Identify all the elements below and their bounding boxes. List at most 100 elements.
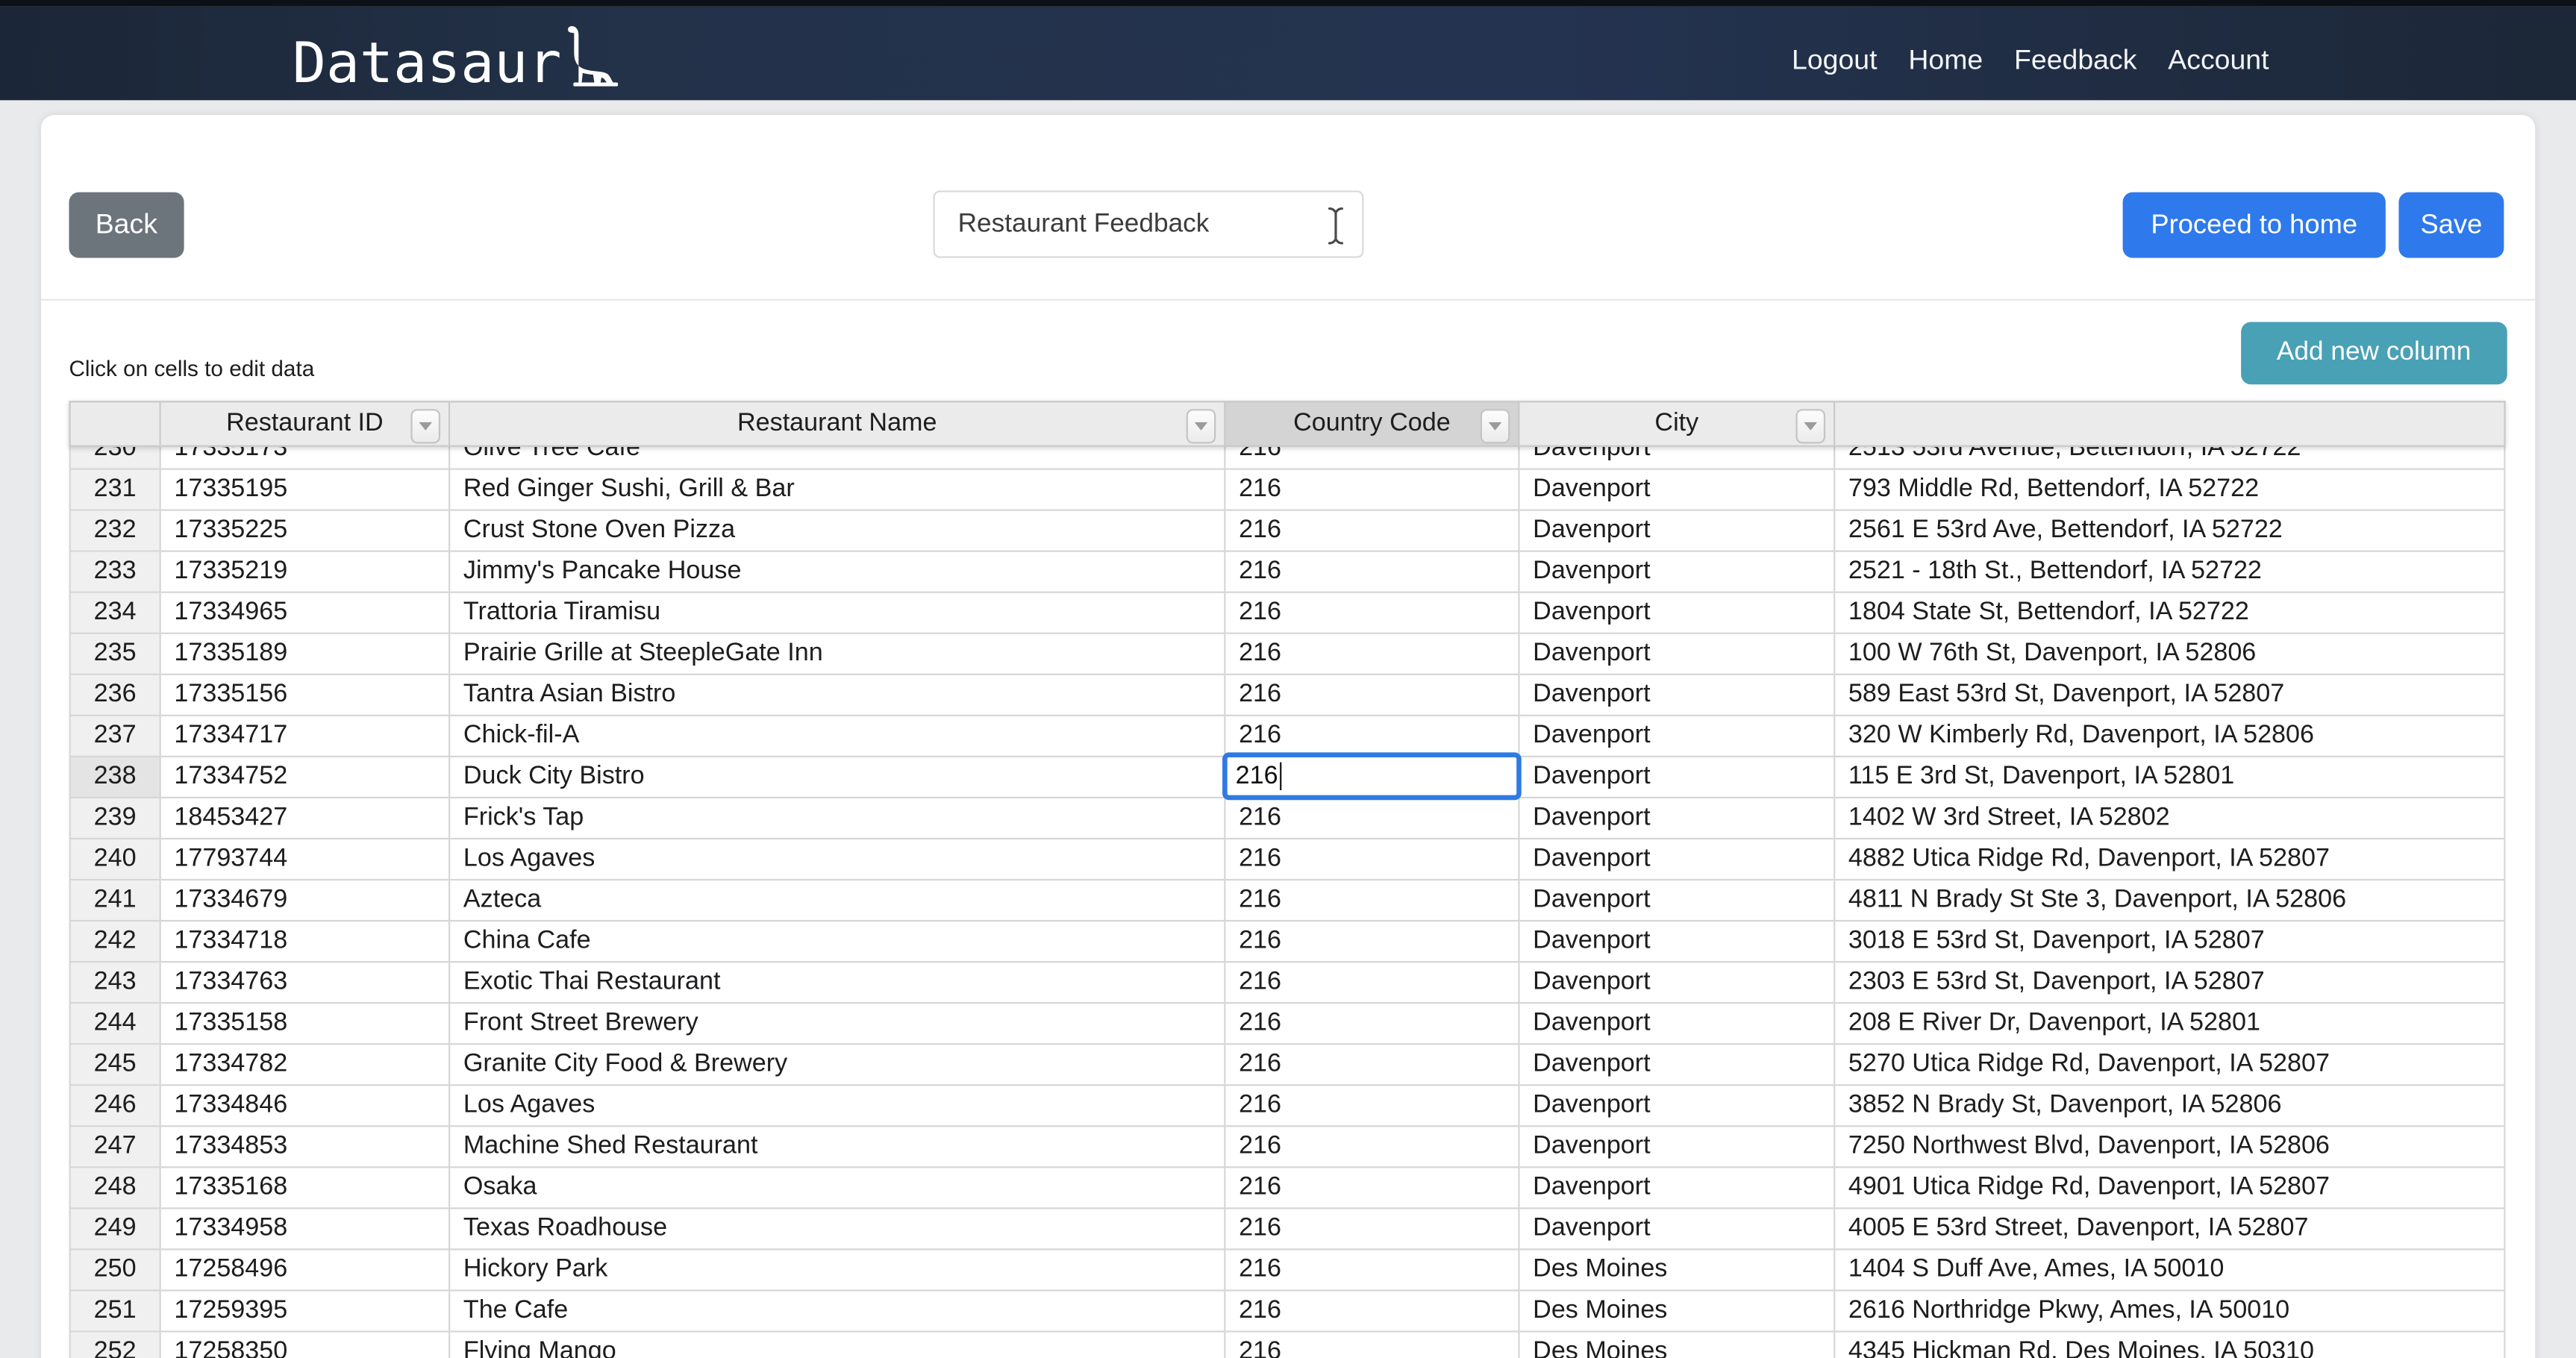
project-name-input[interactable] (934, 190, 1364, 257)
cell-address[interactable]: 100 W 76th St, Davenport, IA 52806 (1835, 634, 2505, 675)
cell-city[interactable]: Davenport (1520, 716, 1836, 757)
cell-country[interactable]: 216 (1225, 1292, 1519, 1333)
cell-id[interactable]: 17334763 (161, 963, 450, 1004)
cell-id[interactable]: 17335168 (161, 1168, 450, 1209)
nav-link-home[interactable]: Home (1908, 43, 1983, 76)
cell-name[interactable]: Olive Tree Cafe (450, 447, 1225, 470)
cell-country[interactable]: 216 (1225, 1004, 1519, 1045)
cell-address[interactable]: 7250 Northwest Blvd, Davenport, IA 52806 (1835, 1127, 2505, 1168)
cell-name[interactable]: Granite City Food & Brewery (450, 1045, 1225, 1086)
cell-country[interactable]: 216 (1225, 757, 1519, 798)
cell-country[interactable]: 216 (1225, 963, 1519, 1004)
cell-country[interactable]: 216 (1225, 1209, 1519, 1250)
cell-address[interactable]: 793 Middle Rd, Bettendorf, IA 52722 (1835, 470, 2505, 511)
cell-id[interactable]: 17334782 (161, 1045, 450, 1086)
cell-id[interactable]: 17335156 (161, 675, 450, 716)
cell-name[interactable]: Prairie Grille at SteepleGate Inn (450, 634, 1225, 675)
filter-dropdown-icon[interactable] (1481, 409, 1510, 443)
cell-city[interactable]: Des Moines (1520, 1333, 1836, 1358)
cell-name[interactable]: Exotic Thai Restaurant (450, 963, 1225, 1004)
cell-address[interactable]: 3018 E 53rd St, Davenport, IA 52807 (1835, 922, 2505, 963)
cell-address[interactable]: 4882 Utica Ridge Rd, Davenport, IA 52807 (1835, 839, 2505, 880)
column-header-restaurant-name[interactable]: Restaurant Name (450, 401, 1225, 447)
cell-city[interactable]: Davenport (1520, 470, 1836, 511)
cell-address[interactable]: 1804 State St, Bettendorf, IA 52722 (1835, 593, 2505, 634)
cell-city[interactable]: Davenport (1520, 963, 1836, 1004)
cell-address[interactable]: 1402 W 3rd Street, IA 52802 (1835, 798, 2505, 839)
cell-country[interactable]: 216 (1225, 1333, 1519, 1358)
cell-name[interactable]: Jimmy's Pancake House (450, 552, 1225, 593)
cell-name[interactable]: Osaka (450, 1168, 1225, 1209)
cell-address[interactable]: 2513 53rd Avenue, Bettendorf, IA 52722 (1835, 447, 2505, 470)
column-header-restaurant-id[interactable]: Restaurant ID (161, 401, 450, 447)
cell-id[interactable]: 17335225 (161, 511, 450, 552)
cell-id[interactable]: 17258350 (161, 1333, 450, 1358)
filter-dropdown-icon[interactable] (1795, 409, 1825, 443)
cell-city[interactable]: Davenport (1520, 839, 1836, 880)
cell-country[interactable]: 216 (1225, 1168, 1519, 1209)
cell-name[interactable]: Tantra Asian Bistro (450, 675, 1225, 716)
cell-city[interactable]: Davenport (1520, 1045, 1836, 1086)
cell-address[interactable]: 2561 E 53rd Ave, Bettendorf, IA 52722 (1835, 511, 2505, 552)
cell-city[interactable]: Davenport (1520, 447, 1836, 470)
cell-city[interactable]: Davenport (1520, 634, 1836, 675)
cell-name[interactable]: Chick-fil-A (450, 716, 1225, 757)
cell-name[interactable]: Front Street Brewery (450, 1004, 1225, 1045)
cell-id[interactable]: 17334958 (161, 1209, 450, 1250)
cell-name[interactable]: Azteca (450, 880, 1225, 922)
cell-id[interactable]: 18453427 (161, 798, 450, 839)
cell-address[interactable]: 589 East 53rd St, Davenport, IA 52807 (1835, 675, 2505, 716)
cell-id[interactable]: 17334846 (161, 1086, 450, 1127)
cell-id[interactable]: 17335195 (161, 470, 450, 511)
cell-address[interactable]: 5270 Utica Ridge Rd, Davenport, IA 52807 (1835, 1045, 2505, 1086)
add-new-column-button[interactable]: Add new column (2240, 322, 2507, 385)
filter-dropdown-icon[interactable] (1187, 409, 1216, 443)
nav-link-feedback[interactable]: Feedback (2014, 43, 2136, 76)
cell-city[interactable]: Davenport (1520, 511, 1836, 552)
cell-city[interactable]: Davenport (1520, 675, 1836, 716)
cell-city[interactable]: Des Moines (1520, 1250, 1836, 1291)
cell-country[interactable]: 216 (1225, 675, 1519, 716)
cell-name[interactable]: Los Agaves (450, 1086, 1225, 1127)
cell-country[interactable]: 216 (1225, 716, 1519, 757)
back-button[interactable]: Back (69, 193, 184, 258)
cell-name[interactable]: Hickory Park (450, 1250, 1225, 1291)
cell-address[interactable]: 4901 Utica Ridge Rd, Davenport, IA 52807 (1835, 1168, 2505, 1209)
filter-dropdown-icon[interactable] (410, 409, 440, 443)
cell-country[interactable]: 216 (1225, 880, 1519, 922)
cell-country[interactable]: 216 (1225, 470, 1519, 511)
cell-name[interactable]: Crust Stone Oven Pizza (450, 511, 1225, 552)
column-header-city[interactable]: City (1520, 401, 1836, 447)
cell-id[interactable]: 17334679 (161, 880, 450, 922)
cell-city[interactable]: Davenport (1520, 1004, 1836, 1045)
cell-name[interactable]: The Cafe (450, 1292, 1225, 1333)
cell-city[interactable]: Davenport (1520, 1086, 1836, 1127)
cell-country[interactable]: 216 (1225, 1086, 1519, 1127)
cell-name[interactable]: Duck City Bistro (450, 757, 1225, 798)
cell-id[interactable]: 17335189 (161, 634, 450, 675)
cell-city[interactable]: Davenport (1520, 1127, 1836, 1168)
nav-link-logout[interactable]: Logout (1792, 43, 1877, 76)
nav-link-account[interactable]: Account (2168, 43, 2269, 76)
cell-id[interactable]: 17334853 (161, 1127, 450, 1168)
cell-address[interactable]: 4005 E 53rd Street, Davenport, IA 52807 (1835, 1209, 2505, 1250)
cell-country[interactable]: 216 (1225, 552, 1519, 593)
editing-cell-input[interactable]: 216 (1222, 752, 1522, 800)
cell-id[interactable]: 17793744 (161, 839, 450, 880)
cell-address[interactable]: 1404 S Duff Ave, Ames, IA 50010 (1835, 1250, 2505, 1291)
cell-address[interactable]: 2616 Northridge Pkwy, Ames, IA 50010 (1835, 1292, 2505, 1333)
cell-country[interactable]: 216 (1225, 447, 1519, 470)
cell-id[interactable]: 17334717 (161, 716, 450, 757)
cell-address[interactable]: 4345 Hickman Rd, Des Moines, IA 50310 (1835, 1333, 2505, 1358)
column-header-country-code[interactable]: Country Code (1225, 401, 1519, 447)
cell-id[interactable]: 17334752 (161, 757, 450, 798)
cell-name[interactable]: Flying Mango (450, 1333, 1225, 1358)
proceed-to-home-button[interactable]: Proceed to home (2123, 193, 2386, 258)
cell-country[interactable]: 216 (1225, 593, 1519, 634)
cell-id[interactable]: 17335219 (161, 552, 450, 593)
cell-address[interactable]: 3852 N Brady St, Davenport, IA 52806 (1835, 1086, 2505, 1127)
cell-city[interactable]: Davenport (1520, 922, 1836, 963)
cell-city[interactable]: Davenport (1520, 1209, 1836, 1250)
cell-name[interactable]: China Cafe (450, 922, 1225, 963)
cell-name[interactable]: Frick's Tap (450, 798, 1225, 839)
